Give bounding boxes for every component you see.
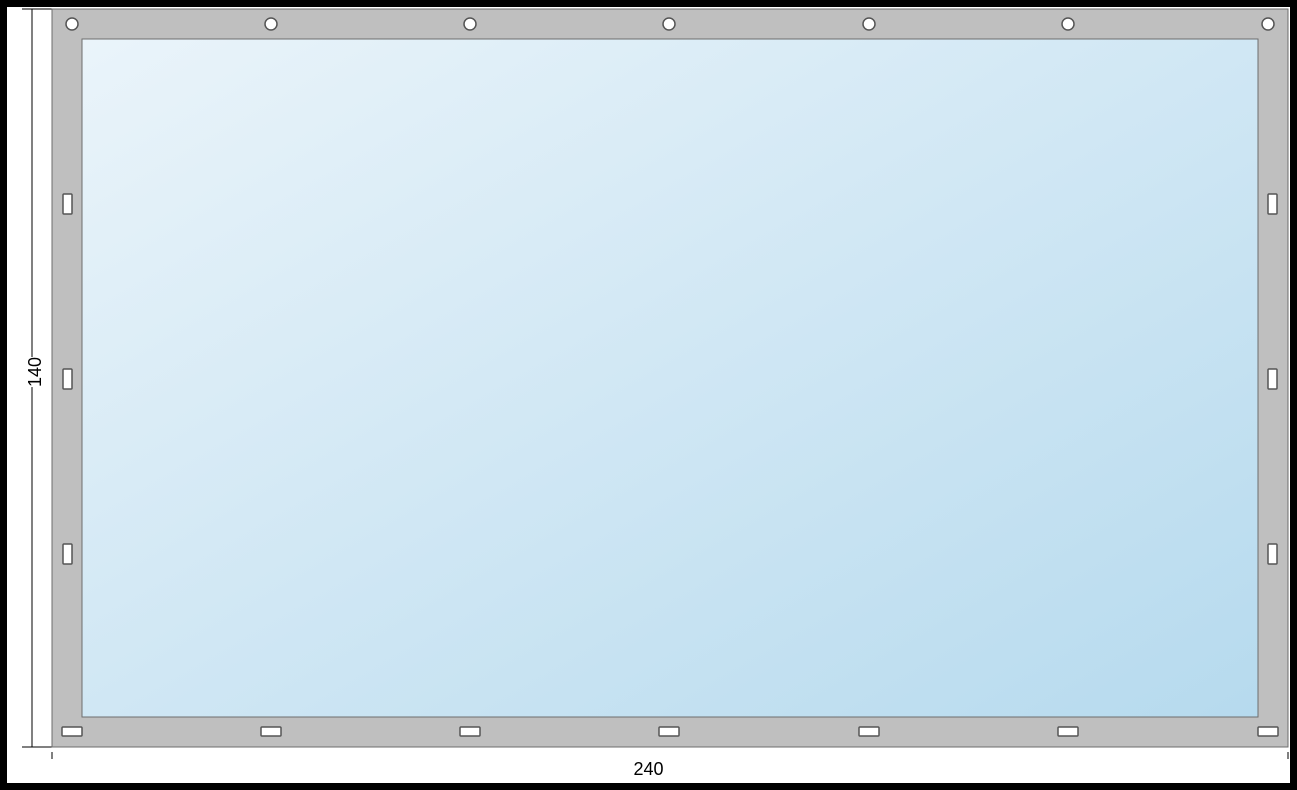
width-label: 240 xyxy=(7,759,1290,780)
diagram-svg xyxy=(7,7,1290,783)
drawing-area: 140 240 xyxy=(7,7,1290,783)
canvas: 140 240 xyxy=(0,0,1297,790)
panel-frame xyxy=(52,9,1288,747)
height-label: 140 xyxy=(21,357,50,387)
